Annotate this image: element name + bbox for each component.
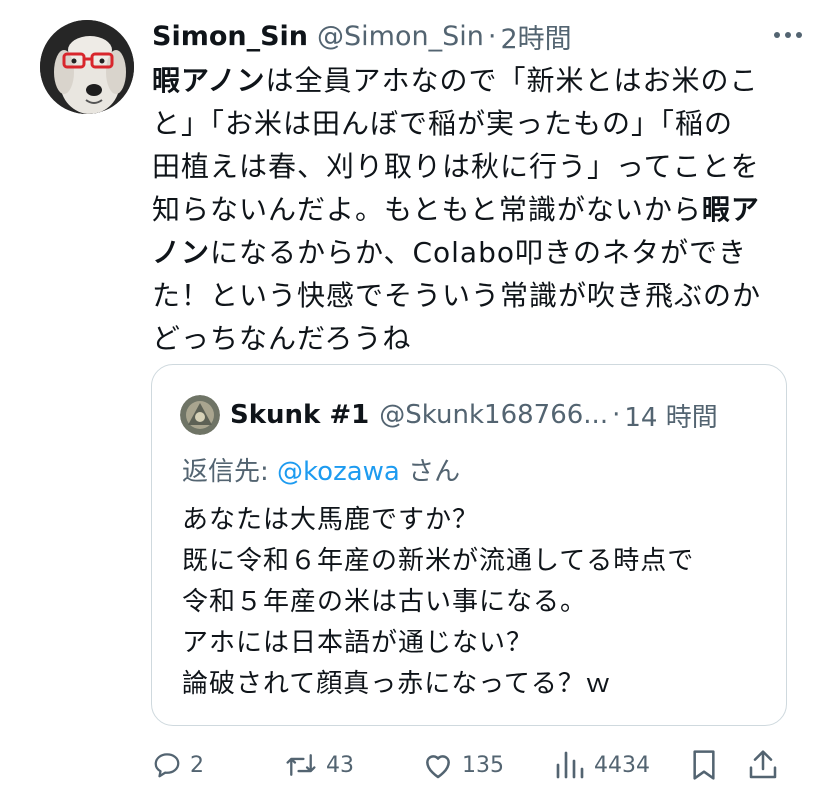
text-segment: と」「お米は田んぼで稲が実ったもの」「稲の [152,107,734,140]
more-dots-icon [774,32,802,38]
bookmark-button[interactable] [690,744,718,786]
text-segment: どっちなんだろうね [152,322,412,355]
quoted-line: あなたは大馬鹿ですか？ [182,505,480,535]
quoted-line: 既に令和６年産の新米が流通してる時点で [182,546,695,576]
author-name[interactable]: Simon_Sin [152,21,308,52]
quoted-author-avatar[interactable] [180,395,220,435]
author-handle[interactable]: @Simon_Sin [317,21,484,52]
text-segment: た！という快感でそういう常識が吹き飛ぶのか [152,279,762,312]
views-count: 4434 [594,752,650,778]
tweet-line: た！という快感でそういう常識が吹き飛ぶのか [152,274,792,317]
quoted-line: 論破されて顔真っ赤になってる？ｗ [182,669,612,699]
text-segment: 田植えは春、刈り取りは秋に行う」ってことを [152,150,760,183]
bold-mention: 暇アノン [152,64,266,97]
text-segment: 知らないんだよ。もともと常識がないから [152,193,702,226]
tweet-line: ノンになるからか、Colabo叩きのネタができ [152,231,792,274]
tweet-header: Simon_Sin @Simon_Sin · 2時間 [152,16,808,56]
reply-prefix: 返信先: [182,457,278,487]
bold-mention: ノン [152,236,211,269]
retweet-count: 43 [326,752,354,778]
heart-icon [426,755,450,779]
separator-dot: · [612,400,621,430]
retweet-icon [286,754,316,776]
views-button[interactable]: 4434 [554,744,650,786]
bookmark-icon [693,750,715,780]
text-segment: になるからか、Colabo叩きのネタができ [210,236,747,269]
quoted-avatar-image [180,395,220,435]
like-button[interactable]: 135 [422,744,504,786]
text-segment: は全員アホなので「新米とはお米のこ [265,64,759,97]
more-options-button[interactable] [770,20,806,50]
share-button[interactable] [748,744,778,786]
reply-bubble-icon [154,753,180,778]
tweet-line: 暇アノンは全員アホなので「新米とはお米のこ [152,59,792,102]
separator-dot: · [487,20,497,52]
quoted-line: アホには日本語が通じない？ [182,628,534,658]
reply-button[interactable]: 2 [152,744,204,786]
retweet-button[interactable]: 43 [284,744,354,786]
tweet-line: 知らないんだよ。もともと常識がないから暇ア [152,188,792,231]
tweet-text: 暇アノンは全員アホなので「新米とはお米のこ と」「お米は田んぼで稲が実ったもの」… [152,59,792,360]
quoted-line: 令和５年産の米は古い事になる。 [182,587,588,617]
quoted-header: Skunk #1 @Skunk168766... · 14 時間 [230,393,718,437]
tweet-line: どっちなんだろうね [152,317,792,360]
share-upload-icon [749,750,777,779]
reply-count: 2 [190,752,204,778]
timestamp[interactable]: 2時間 [500,17,571,56]
action-bar: 2 43 135 4434 [150,744,790,786]
tweet-line: と」「お米は田んぼで稲が実ったもの」「稲の [152,102,792,145]
quoted-timestamp[interactable]: 14 時間 [624,397,717,434]
quoted-author-name[interactable]: Skunk #1 [230,400,369,430]
bold-mention: 暇ア [701,193,760,226]
reply-to-line: 返信先: @kozawa さん [182,451,460,488]
quoted-author-handle[interactable]: @Skunk168766... [379,400,608,430]
views-bar-icon [556,751,584,779]
quoted-text: あなたは大馬鹿ですか？ 既に令和６年産の新米が流通してる時点で 令和５年産の米は… [182,500,694,705]
quoted-tweet[interactable]: Skunk #1 @Skunk168766... · 14 時間 返信先: @k… [151,364,787,726]
tweet-line: 田植えは春、刈り取りは秋に行う」ってことを [152,145,792,188]
author-avatar[interactable] [40,20,134,114]
reply-mention-link[interactable]: @kozawa [277,457,400,487]
reply-suffix: さん [399,457,461,487]
dog-avatar-image [40,20,134,114]
like-count: 135 [462,752,504,778]
